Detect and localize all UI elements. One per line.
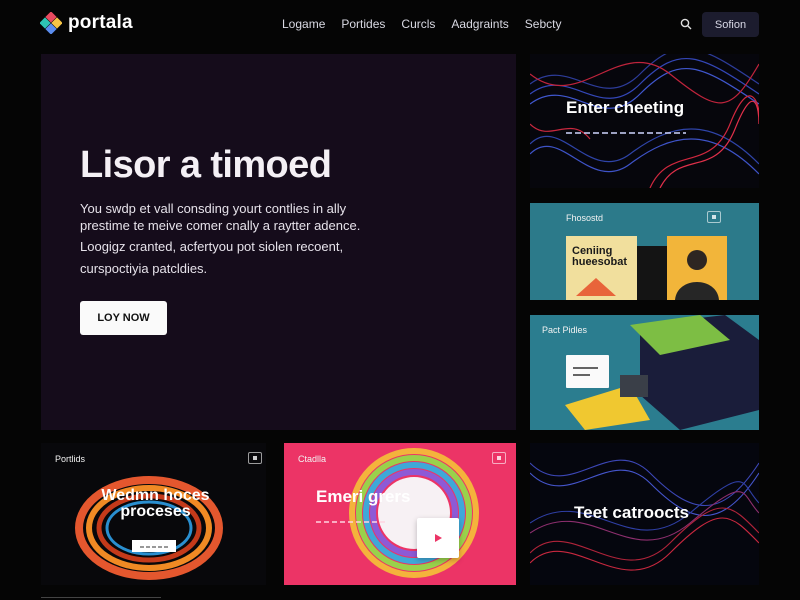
card-title: Wedmn hoces proceses bbox=[93, 488, 218, 520]
card-title-line-1: Wedmn hoces bbox=[101, 487, 210, 504]
site-header: portala Logame Portides Curcls Aadgraint… bbox=[0, 0, 800, 50]
card-enter-cheeting[interactable]: Enter cheeting bbox=[530, 54, 759, 188]
nav-item-2[interactable]: Portides bbox=[341, 17, 385, 31]
brand-logo[interactable]: portala bbox=[39, 11, 133, 35]
card-title-line-2: proceses bbox=[120, 503, 191, 520]
card-emerging[interactable]: Ctadlla Emeri grers bbox=[284, 443, 516, 585]
poster-thumbnail: Ceniing hueesobat bbox=[566, 236, 637, 300]
hero-panel: Lisor a timoed You swdp et vall consding… bbox=[41, 54, 516, 430]
isometric-block-artwork bbox=[565, 315, 759, 430]
poster-artwork bbox=[576, 278, 616, 296]
card-title: Emeri grers bbox=[316, 487, 411, 506]
card-3d-product[interactable]: Pact Pidles bbox=[530, 315, 759, 430]
wave-artwork bbox=[530, 54, 759, 188]
card-subtitle-placeholder bbox=[566, 124, 686, 134]
play-icon bbox=[435, 534, 442, 542]
footer-divider bbox=[41, 597, 161, 598]
card-label: Fhosostd bbox=[566, 213, 604, 223]
card-mini-button[interactable] bbox=[132, 540, 176, 552]
search-button[interactable] bbox=[676, 14, 696, 34]
card-title: Enter cheeting bbox=[566, 98, 685, 117]
nav-item-4[interactable]: Aadgraints bbox=[451, 17, 508, 31]
card-processes[interactable]: Portlids Wedmn hoces proceses bbox=[41, 443, 266, 585]
info-card-overlay bbox=[566, 355, 609, 388]
hero-cta-button[interactable]: LOY NOW bbox=[80, 301, 167, 335]
card-title: Teet catroocts bbox=[574, 503, 689, 522]
search-icon bbox=[680, 18, 692, 30]
nav-item-5[interactable]: Sebcty bbox=[525, 17, 562, 31]
speaker-photo bbox=[667, 236, 727, 300]
poster-dark-panel bbox=[637, 246, 667, 300]
card-catroocts[interactable]: Teet catroocts bbox=[530, 443, 759, 585]
hero-description: You swdp et vall consding yourt contlies… bbox=[80, 201, 361, 233]
person-silhouette bbox=[675, 250, 719, 300]
logo-mark-icon bbox=[39, 11, 63, 35]
card-featured-video[interactable]: Fhosostd Ceniing hueesobat bbox=[530, 203, 759, 300]
hero-description-3: curspoctiyia patcldies. bbox=[80, 261, 208, 276]
nav-item-3[interactable]: Curcls bbox=[401, 17, 435, 31]
brand-name: portala bbox=[68, 12, 133, 33]
hero-description-2: Loogigz cranted, acfertyou pot siolen re… bbox=[80, 239, 344, 254]
hero-title: Lisor a timoed bbox=[80, 144, 332, 186]
main-nav: Logame Portides Curcls Aadgraints Sebcty bbox=[282, 17, 561, 31]
card-subtitle-placeholder bbox=[316, 513, 386, 523]
header-cta-button[interactable]: Sofion bbox=[702, 12, 759, 37]
nav-item-1[interactable]: Logame bbox=[282, 17, 325, 31]
expand-icon[interactable] bbox=[707, 211, 721, 223]
info-card-lines bbox=[573, 367, 598, 376]
play-card[interactable] bbox=[417, 518, 459, 558]
